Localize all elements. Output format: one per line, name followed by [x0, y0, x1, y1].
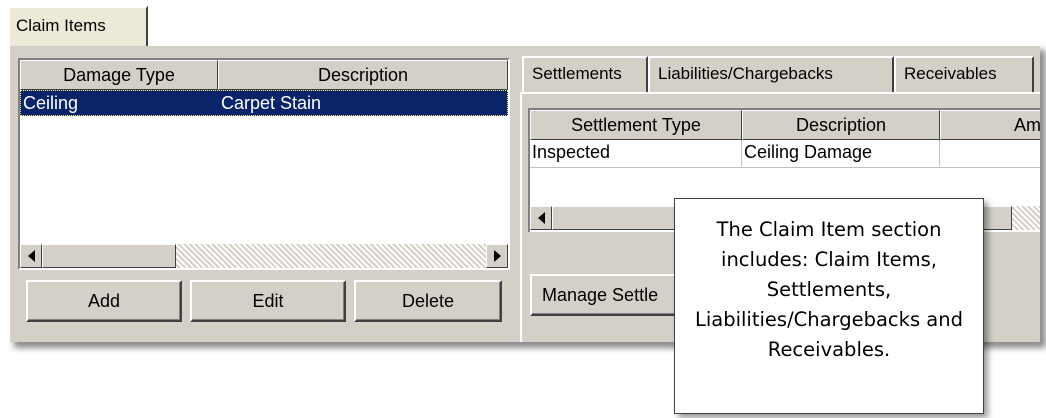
- tab-claim-items[interactable]: Claim Items: [8, 6, 148, 46]
- arrow-left-icon: [537, 212, 545, 224]
- description-cell: Carpet Stain: [221, 93, 322, 113]
- column-header-description[interactable]: Description: [742, 110, 940, 140]
- arrow-left-icon: [27, 250, 35, 262]
- arrow-right-icon: [493, 250, 501, 262]
- delete-button[interactable]: Delete: [354, 280, 502, 322]
- column-header-damage-type[interactable]: Damage Type: [20, 60, 218, 90]
- grid-divider: [939, 140, 940, 166]
- scroll-right-button[interactable]: [486, 244, 508, 268]
- column-header-amount[interactable]: Amou: [940, 110, 1040, 140]
- scroll-thumb[interactable]: [42, 244, 176, 268]
- scroll-left-button[interactable]: [20, 244, 42, 268]
- table-row[interactable]: Ceiling Carpet Stain: [20, 90, 508, 116]
- edit-button[interactable]: Edit: [190, 280, 346, 322]
- claim-items-list[interactable]: Damage Type Description Ceiling Carpet S…: [18, 58, 510, 270]
- tab-receivables[interactable]: Receivables: [894, 56, 1034, 92]
- column-header-settlement-type[interactable]: Settlement Type: [530, 110, 742, 140]
- grid-divider: [741, 140, 742, 166]
- damage-type-cell: Ceiling: [23, 93, 79, 113]
- table-row[interactable]: Inspected Ceiling Damage: [530, 140, 1040, 166]
- scroll-left-button[interactable]: [530, 206, 552, 230]
- tab-settlements[interactable]: Settlements: [522, 56, 648, 92]
- description-cell: Ceiling Damage: [744, 142, 873, 162]
- callout-note: The Claim Item section includes: Claim I…: [674, 198, 984, 414]
- horizontal-scrollbar[interactable]: [20, 244, 508, 268]
- grid-divider: [530, 167, 1040, 168]
- tab-liabilities-chargebacks[interactable]: Liabilities/Chargebacks: [648, 56, 894, 92]
- add-button[interactable]: Add: [26, 280, 182, 322]
- column-header-description[interactable]: Description: [218, 60, 508, 90]
- settlement-type-cell: Inspected: [532, 142, 611, 162]
